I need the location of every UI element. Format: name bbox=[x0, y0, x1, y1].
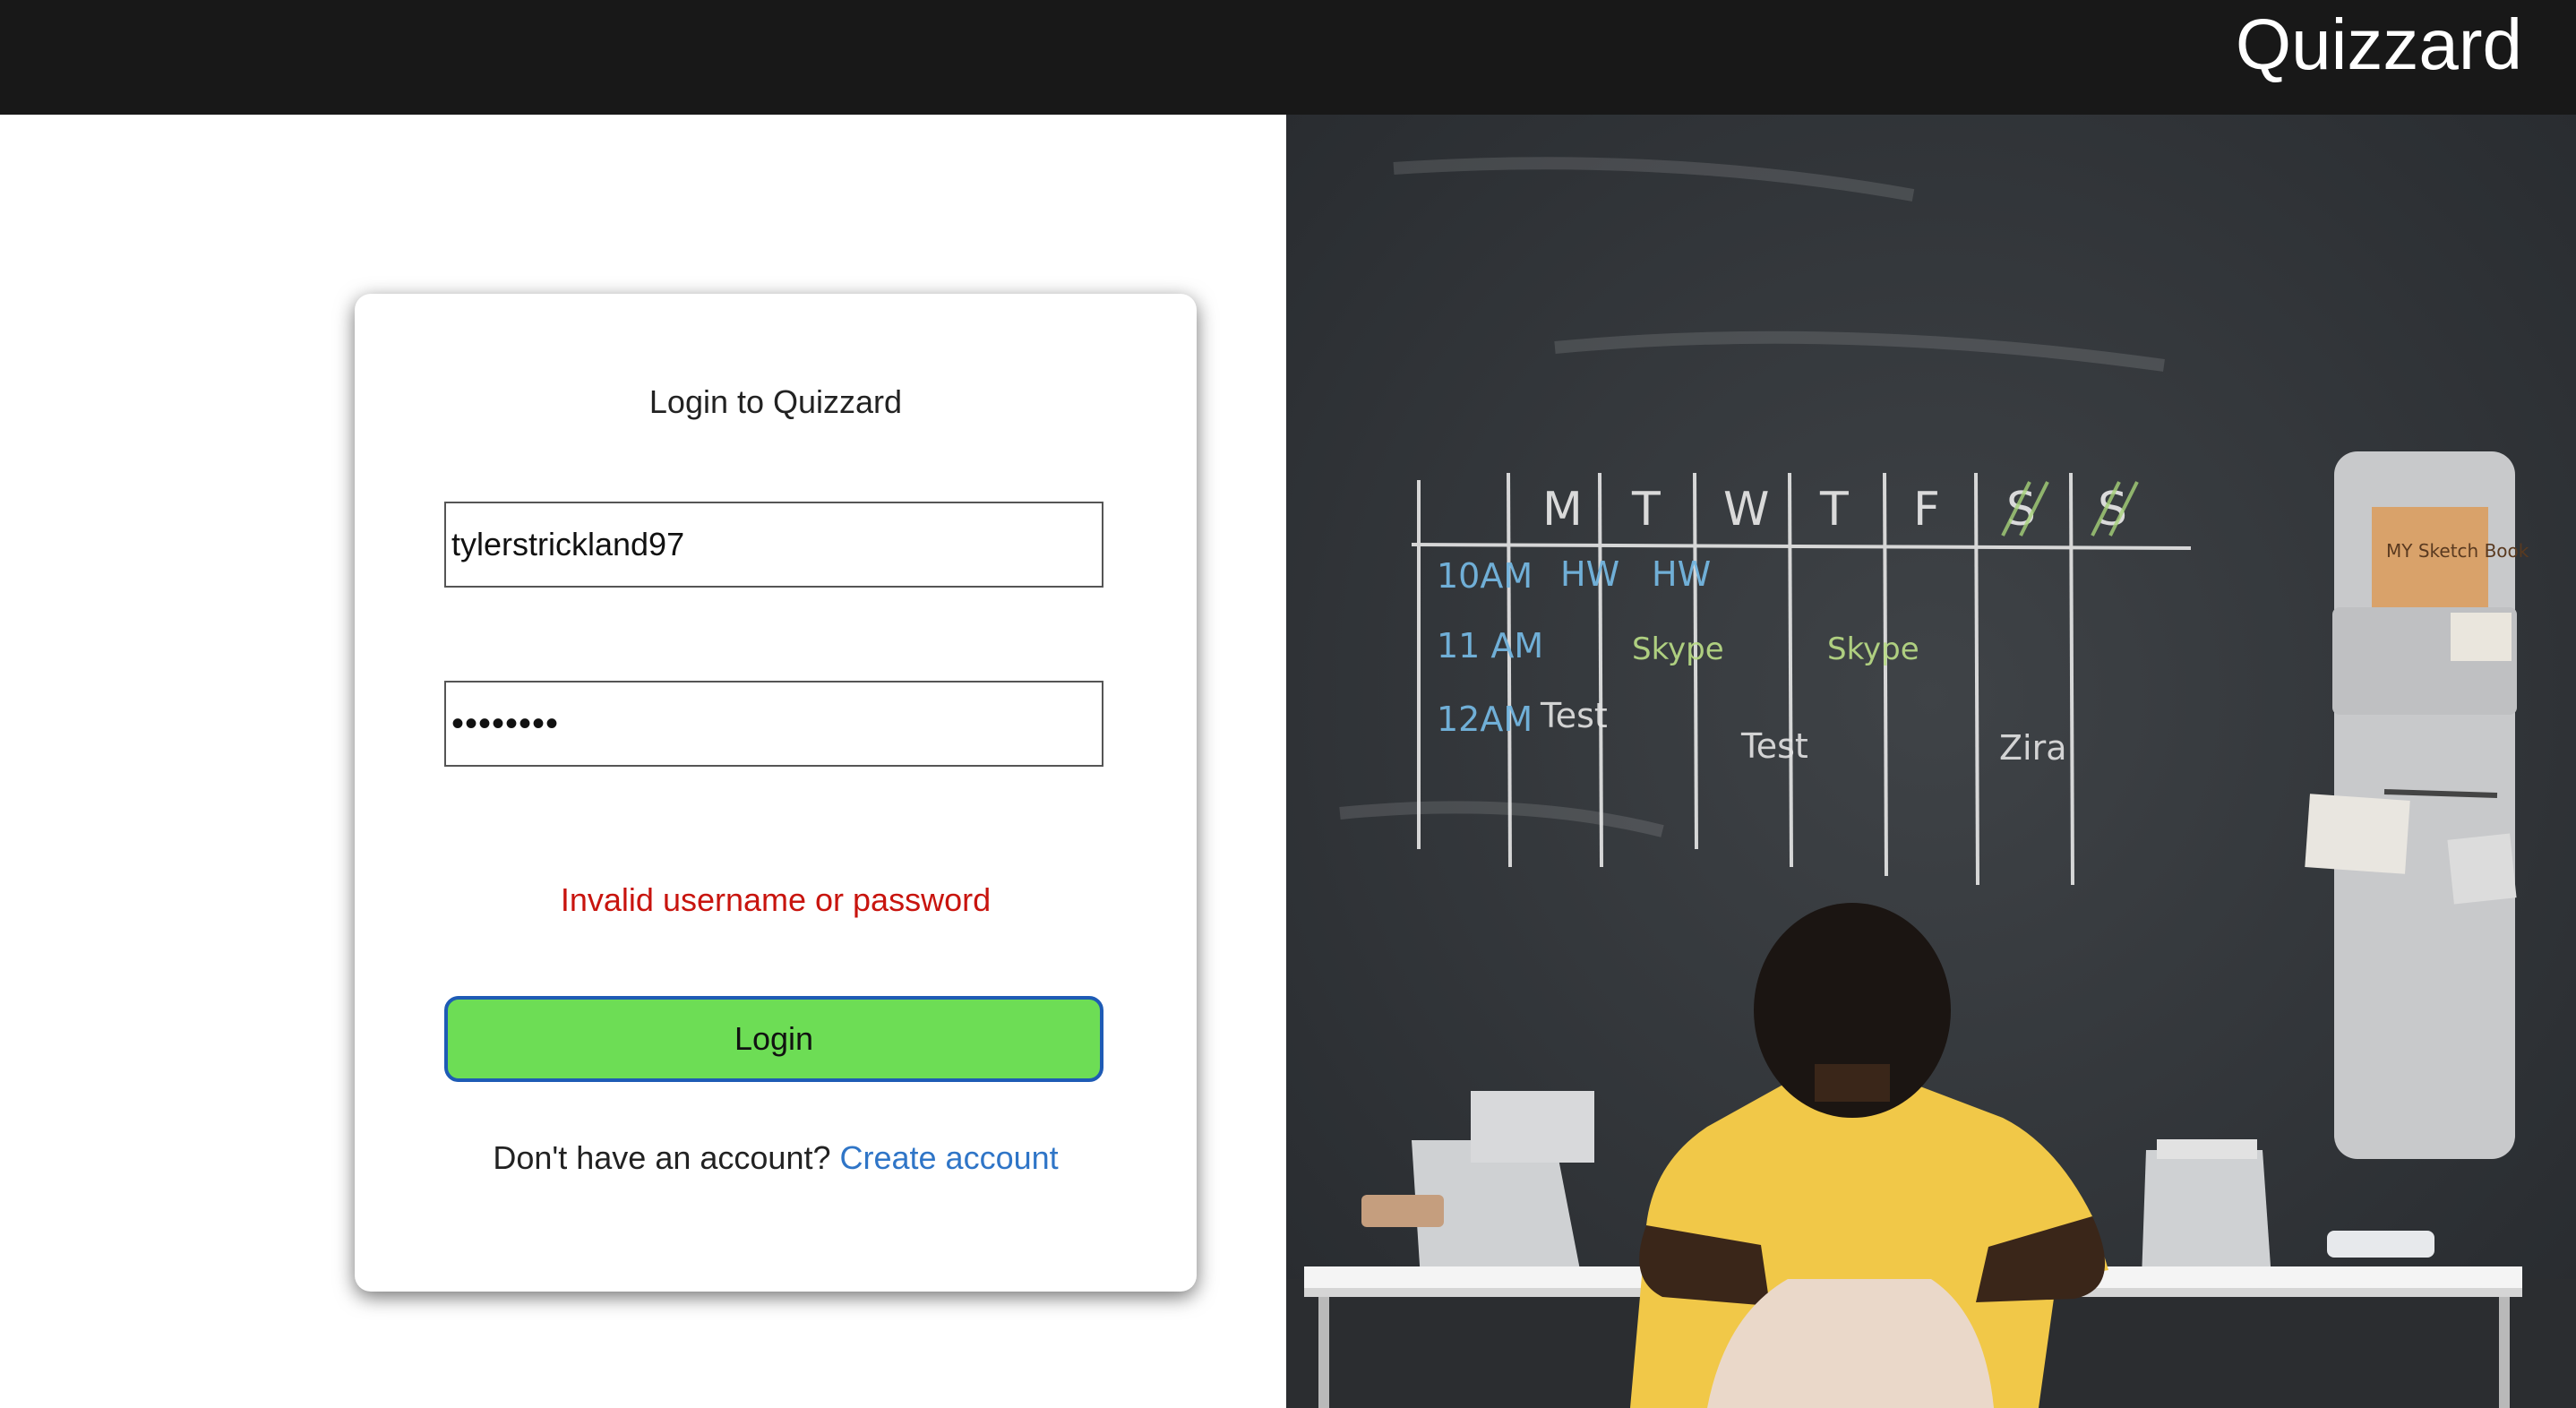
day-label: T bbox=[1819, 483, 1849, 537]
login-error-message: Invalid username or password bbox=[560, 881, 992, 918]
fabric-bin bbox=[2142, 1150, 2271, 1279]
day-label: T bbox=[1631, 483, 1661, 537]
login-button[interactable]: Login bbox=[444, 996, 1103, 1082]
book-stack bbox=[1471, 1091, 1594, 1163]
login-title: Login to Quizzard bbox=[648, 383, 903, 420]
day-label: F bbox=[1913, 483, 1940, 537]
login-card: Login to Quizzard Invalid username or pa… bbox=[355, 294, 1197, 1292]
chalkboard-illustration: M T W T F S S 10AM 11 AM 12AM HW HW Skyp… bbox=[1286, 115, 2576, 1408]
desk-tray bbox=[2327, 1231, 2434, 1258]
brand-logo[interactable]: Quizzard bbox=[2236, 0, 2522, 90]
time-label: 12AM bbox=[1437, 700, 1533, 739]
schedule-entry: Test bbox=[1540, 696, 1608, 735]
schedule-entry: Skype bbox=[1827, 631, 1919, 667]
hero-image: M T W T F S S 10AM 11 AM 12AM HW HW Skyp… bbox=[1286, 115, 2576, 1408]
time-label: 11 AM bbox=[1437, 626, 1543, 665]
photo-card bbox=[2451, 613, 2512, 661]
time-label: 10AM bbox=[1437, 556, 1533, 596]
schedule-entry: Test bbox=[1740, 726, 1808, 766]
wooden-blocks bbox=[1361, 1195, 1444, 1227]
signup-prompt-text: Don't have an account? bbox=[493, 1139, 831, 1176]
username-input[interactable] bbox=[444, 502, 1103, 588]
wall-organizer: MY Sketch Book bbox=[2305, 451, 2529, 1159]
day-label: S bbox=[2006, 483, 2036, 537]
day-label: M bbox=[1542, 483, 1583, 537]
create-account-link[interactable]: Create account bbox=[840, 1139, 1059, 1176]
schedule-entry: HW bbox=[1652, 554, 1711, 594]
password-input[interactable] bbox=[444, 681, 1103, 767]
signup-prompt-row: Don't have an account? Create account bbox=[355, 1139, 1197, 1177]
schedule-entry: Zira bbox=[1999, 728, 2067, 768]
note-text: MY Sketch Book bbox=[2386, 540, 2529, 562]
photo-card bbox=[2305, 794, 2410, 874]
photo-card bbox=[2447, 833, 2517, 905]
top-navigation-bar: Quizzard bbox=[0, 0, 2576, 115]
day-label: W bbox=[1723, 483, 1769, 537]
schedule-entry: HW bbox=[1560, 554, 1619, 594]
schedule-entry: Skype bbox=[1632, 631, 1724, 667]
